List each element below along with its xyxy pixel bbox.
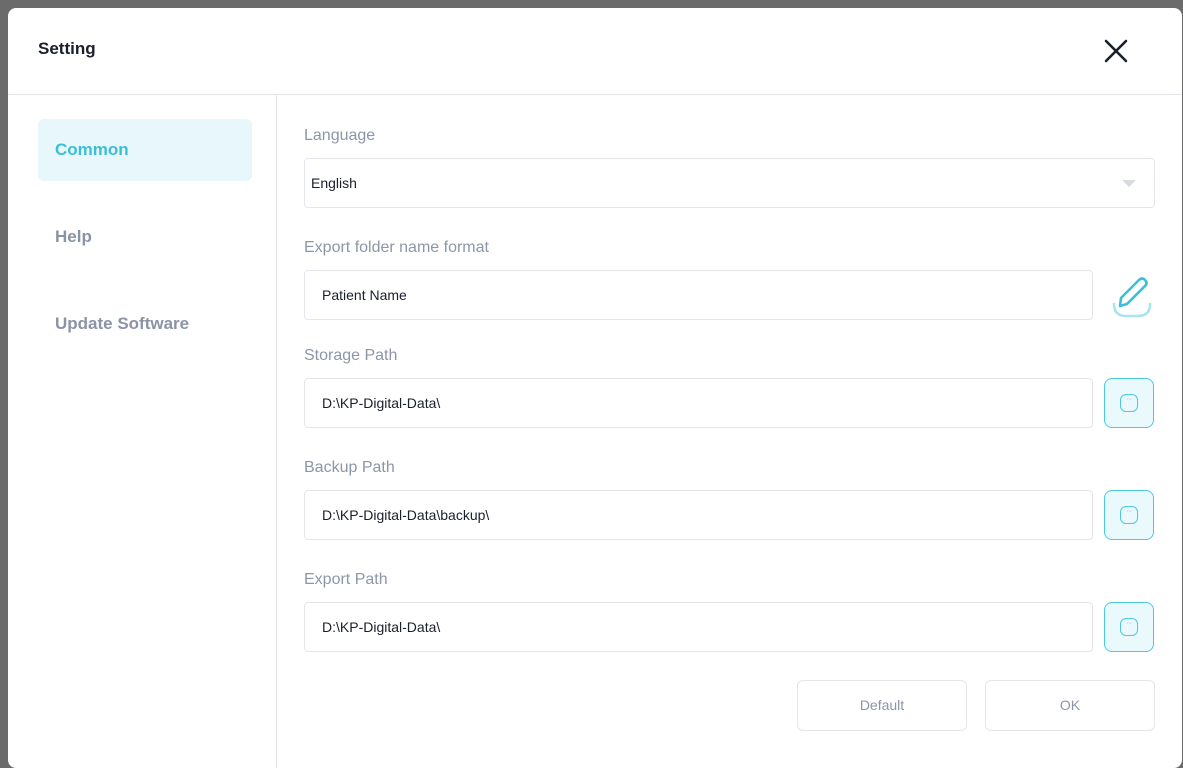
export-folder-format-label: Export folder name format (304, 239, 489, 256)
export-path-value: D:\KP-Digital-Data\ (322, 619, 441, 635)
settings-dialog: Setting Common Help Update Software Lang… (8, 8, 1182, 768)
dialog-title: Setting (38, 39, 96, 58)
folder-browse-icon: ··· (1120, 618, 1138, 636)
folder-browse-icon: ··· (1120, 506, 1138, 524)
export-folder-format-value: Patient Name (322, 287, 407, 303)
export-path-label: Export Path (304, 571, 388, 588)
folder-browse-icon: ··· (1120, 394, 1138, 412)
default-button[interactable]: Default (797, 680, 967, 731)
close-button[interactable] (1102, 37, 1130, 65)
storage-path-label: Storage Path (304, 347, 398, 364)
export-path-browse-button[interactable]: ··· (1104, 602, 1154, 652)
dialog-header: Setting (8, 8, 1182, 95)
ok-button[interactable]: OK (985, 680, 1155, 731)
language-value: English (311, 175, 357, 191)
sidebar: Common Help Update Software (8, 95, 277, 768)
backup-path-field[interactable]: D:\KP-Digital-Data\backup\ (304, 490, 1093, 540)
language-select[interactable]: English (304, 158, 1155, 208)
close-icon (1104, 39, 1128, 63)
chevron-down-icon (1122, 180, 1136, 187)
language-label: Language (304, 127, 376, 144)
storage-path-value: D:\KP-Digital-Data\ (322, 395, 441, 411)
sidebar-item-update-software[interactable]: Update Software (38, 293, 252, 355)
edit-format-button[interactable] (1104, 270, 1154, 320)
pencil-edit-icon (1112, 277, 1152, 318)
sidebar-item-help[interactable]: Help (38, 206, 252, 268)
storage-path-browse-button[interactable]: ··· (1104, 378, 1154, 428)
sidebar-item-common[interactable]: Common (38, 119, 252, 181)
backup-path-label: Backup Path (304, 459, 395, 476)
backup-path-value: D:\KP-Digital-Data\backup\ (322, 507, 490, 523)
backup-path-browse-button[interactable]: ··· (1104, 490, 1154, 540)
export-path-field[interactable]: D:\KP-Digital-Data\ (304, 602, 1093, 652)
export-folder-format-field[interactable]: Patient Name (304, 270, 1093, 320)
storage-path-field[interactable]: D:\KP-Digital-Data\ (304, 378, 1093, 428)
